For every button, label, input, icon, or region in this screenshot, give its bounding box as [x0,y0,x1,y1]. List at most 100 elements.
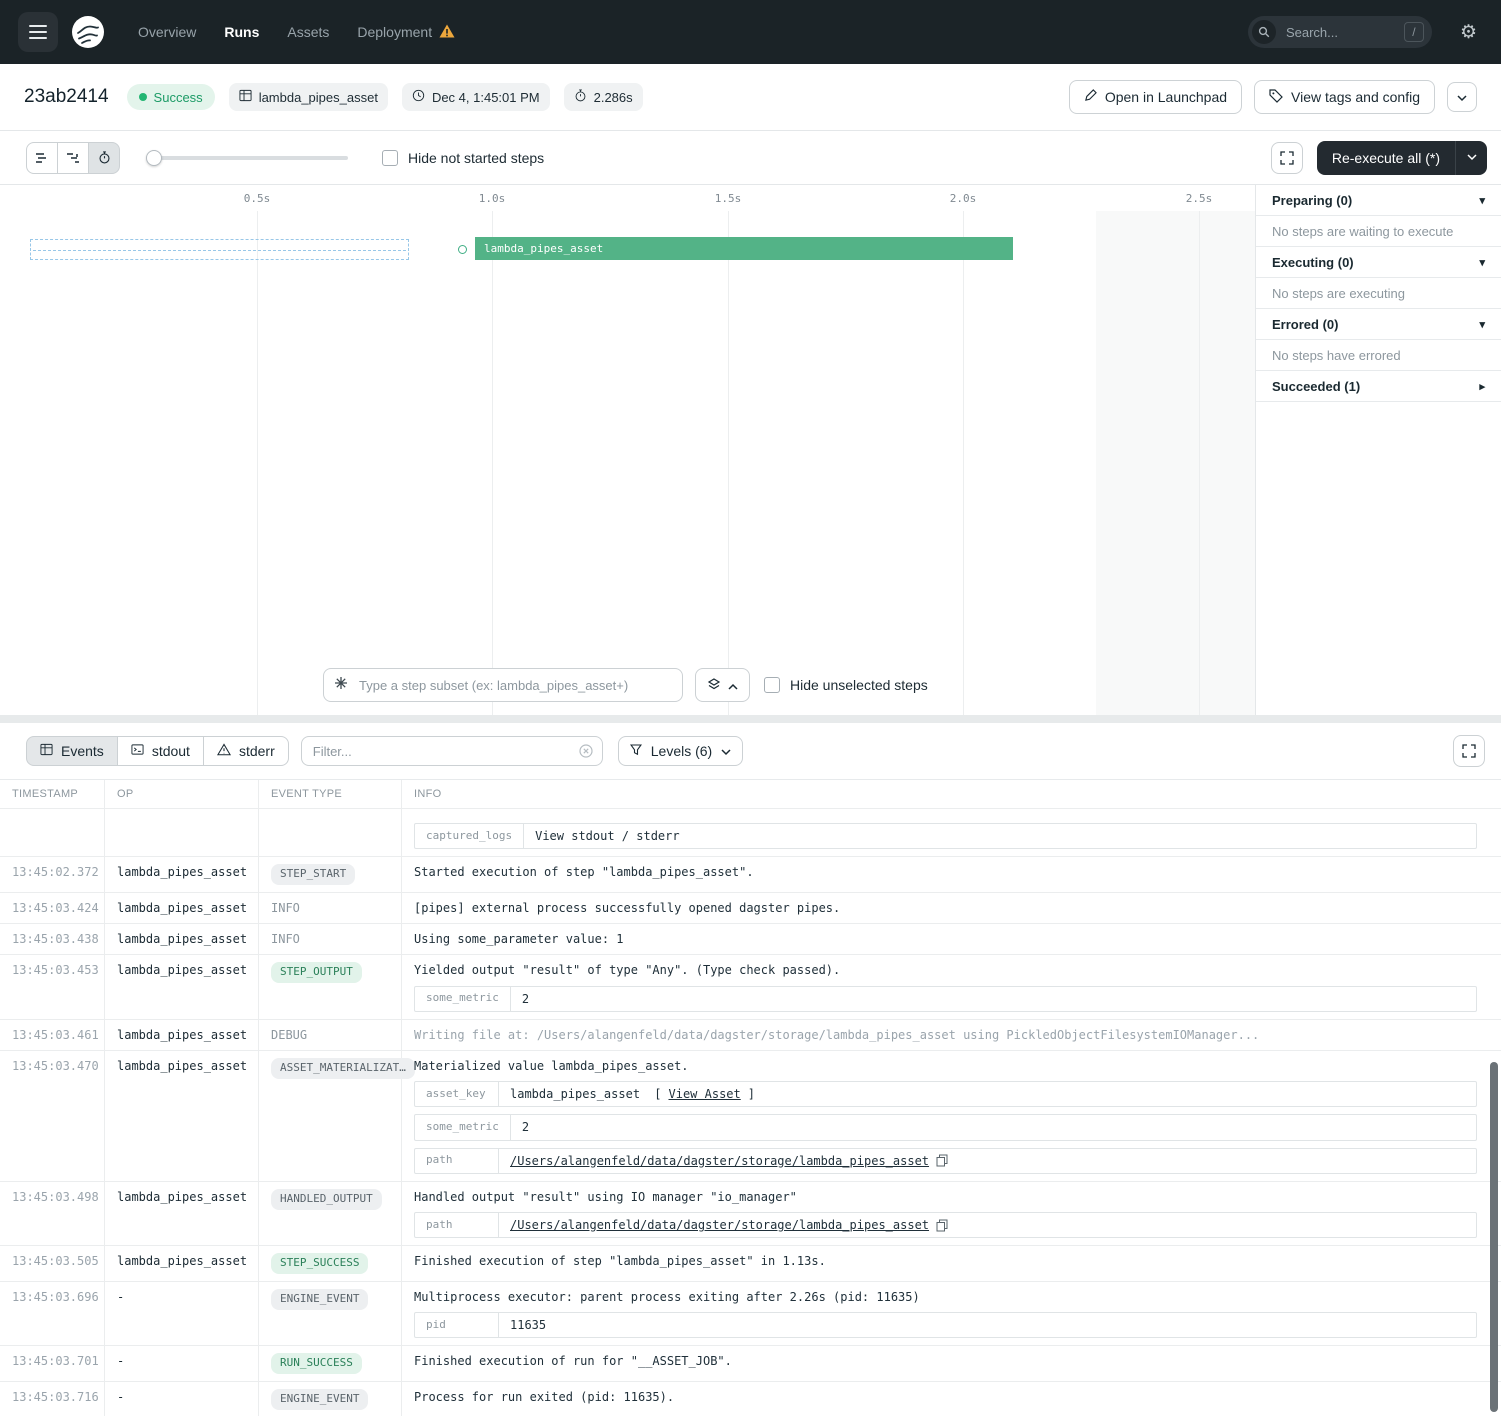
side-section-title: Executing (0) [1272,255,1354,270]
hamburger-menu-button[interactable] [18,12,58,52]
event-type-badge[interactable]: ENGINE_EVENT [271,1289,368,1310]
log-info-text: Using some_parameter value: 1 [414,931,1477,947]
hide-not-started-checkbox[interactable] [382,150,398,166]
metadata-value: 11635 [499,1313,557,1337]
clear-filter-icon[interactable] [579,744,593,758]
open-launchpad-button[interactable]: Open in Launchpad [1069,80,1242,114]
view-asset-link[interactable]: View Asset [669,1086,741,1102]
log-info: Started execution of step "lambda_pipes_… [402,857,1501,892]
log-info: Materialized value lambda_pipes_asset.as… [402,1051,1501,1181]
nav-item-deployment[interactable]: Deployment [357,24,455,41]
event-type-badge[interactable]: STEP_OUTPUT [271,962,362,983]
side-section-3-header[interactable]: Errored (0)▾ [1256,309,1501,340]
reexecute-all-button[interactable]: Re-execute all (*) [1317,141,1455,175]
event-type-badge[interactable]: STEP_SUCCESS [271,1253,368,1274]
copy-icon[interactable] [936,1219,948,1232]
job-chip[interactable]: lambda_pipes_asset [229,83,388,111]
log-op: lambda_pipes_asset [105,955,259,1018]
metadata-row: path/Users/alangenfeld/data/dagster/stor… [414,1212,1477,1238]
chevron-up-icon [728,678,738,693]
side-section-1-header[interactable]: Preparing (0)▾ [1256,185,1501,216]
datetime-chip-label: Dec 4, 1:45:01 PM [432,90,540,105]
search-box[interactable]: / [1248,16,1432,48]
gantt-fullscreen-button[interactable] [1271,142,1303,174]
metadata-row: captured_logsView stdout / stderr [414,823,1477,849]
gear-icon[interactable]: ⚙ [1454,20,1483,45]
log-timestamp: 13:45:03.424 [0,893,105,923]
status-dot-icon [139,93,147,101]
step-status-panel: Preparing (0)▾No steps are waiting to ex… [1255,185,1501,715]
log-event-type: ENGINE_EVENT [259,1282,402,1345]
tag-icon [1269,89,1283,106]
step-subset-input[interactable] [357,677,672,694]
tab-stdout[interactable]: stdout [117,736,204,766]
event-type-text: DEBUG [271,1028,307,1042]
search-shortcut-key: / [1404,22,1424,42]
tab-label: stdout [152,743,190,759]
copy-icon[interactable] [936,1154,948,1167]
gantt-gridline [257,211,258,715]
log-op [105,809,259,856]
section-divider [0,715,1501,723]
status-badge[interactable]: Success [127,84,215,110]
tab-events[interactable]: Events [26,736,118,766]
reexecute-chevron-button[interactable] [1455,141,1487,175]
metadata-path-link[interactable]: /Users/alangenfeld/data/dagster/storage/… [510,1217,929,1233]
zoom-slider[interactable] [148,156,348,160]
nav-item-overview[interactable]: Overview [138,24,196,41]
log-info-text: Process for run exited (pid: 11635). [414,1389,1477,1405]
step-subset-box[interactable] [323,668,683,702]
log-row: 13:45:03.453lambda_pipes_assetSTEP_OUTPU… [0,954,1501,1018]
hide-unselected-checkbox[interactable] [764,677,780,693]
metadata-path-link[interactable]: /Users/alangenfeld/data/dagster/storage/… [510,1153,929,1169]
hide-unselected-label: Hide unselected steps [790,677,928,693]
log-row: 13:45:03.716-ENGINE_EVENTProcess for run… [0,1381,1501,1416]
gantt-gridline [728,211,729,715]
view-tags-button[interactable]: View tags and config [1254,80,1435,114]
log-event-type [259,809,402,856]
log-filter-input[interactable] [311,743,573,760]
log-row: 13:45:03.505lambda_pipes_assetSTEP_SUCCE… [0,1245,1501,1281]
event-type-badge[interactable]: HANDLED_OUTPUT [271,1189,382,1210]
log-fullscreen-button[interactable] [1453,735,1485,767]
tab-stderr[interactable]: stderr [203,736,289,766]
hide-unselected-toggle[interactable]: Hide unselected steps [764,677,928,693]
zoom-slider-knob[interactable] [146,150,162,166]
log-scrollbar[interactable] [1490,1062,1498,1412]
view-mode-flat-button[interactable] [26,142,58,174]
graph-query-toggle-button[interactable] [695,668,750,702]
event-type-badge[interactable]: STEP_START [271,864,355,885]
log-filter-box[interactable] [301,736,603,766]
gantt-step-bar[interactable]: lambda_pipes_asset [475,237,1013,260]
view-mode-waterfall-button[interactable] [57,142,89,174]
nav-item-assets[interactable]: Assets [287,24,329,41]
metadata-value-text[interactable]: View stdout / stderr [535,828,680,844]
run-header-actions: Open in Launchpad View tags and config [1069,80,1477,114]
log-rows: captured_logsView stdout / stderr 13:45:0… [0,808,1501,1416]
event-type-badge[interactable]: ENGINE_EVENT [271,1389,368,1410]
side-section-2-header[interactable]: Executing (0)▾ [1256,247,1501,278]
view-mode-timed-button[interactable] [88,142,120,174]
run-actions-chevron-button[interactable] [1447,82,1477,112]
side-section-4-header[interactable]: Succeeded (1)▸ [1256,371,1501,402]
view-tags-label: View tags and config [1291,89,1420,105]
metadata-key: path [415,1213,499,1237]
search-input[interactable] [1284,24,1404,41]
hide-not-started-toggle[interactable]: Hide not started steps [382,150,544,166]
top-nav: Overview Runs Assets Deployment / ⚙ [0,0,1501,64]
metadata-row: asset_keylambda_pipes_asset [View Asset] [414,1081,1477,1107]
metadata-row: pid11635 [414,1312,1477,1338]
log-table: TIMESTAMPOPEVENT TYPEINFO captured_logsV… [0,779,1501,1416]
pencil-icon [1084,89,1097,105]
metadata-value: /Users/alangenfeld/data/dagster/storage/… [499,1213,959,1237]
gantt-chart: 0.5s1.0s1.5s2.0s2.5s lambda_pipes_asset … [0,185,1255,715]
log-row: 13:45:03.701-RUN_SUCCESSFinished executi… [0,1345,1501,1381]
view-toolbar-right: Re-execute all (*) [1271,141,1489,175]
levels-dropdown[interactable]: Levels (6) [618,736,743,766]
event-type-badge[interactable]: ASSET_MATERIALIZAT… [271,1058,415,1079]
log-info: Writing file at: /Users/alangenfeld/data… [402,1020,1501,1050]
event-type-badge[interactable]: RUN_SUCCESS [271,1353,362,1374]
nav-item-runs[interactable]: Runs [224,24,259,41]
dagster-logo[interactable] [68,12,108,52]
log-info: Multiprocess executor: parent process ex… [402,1282,1501,1345]
